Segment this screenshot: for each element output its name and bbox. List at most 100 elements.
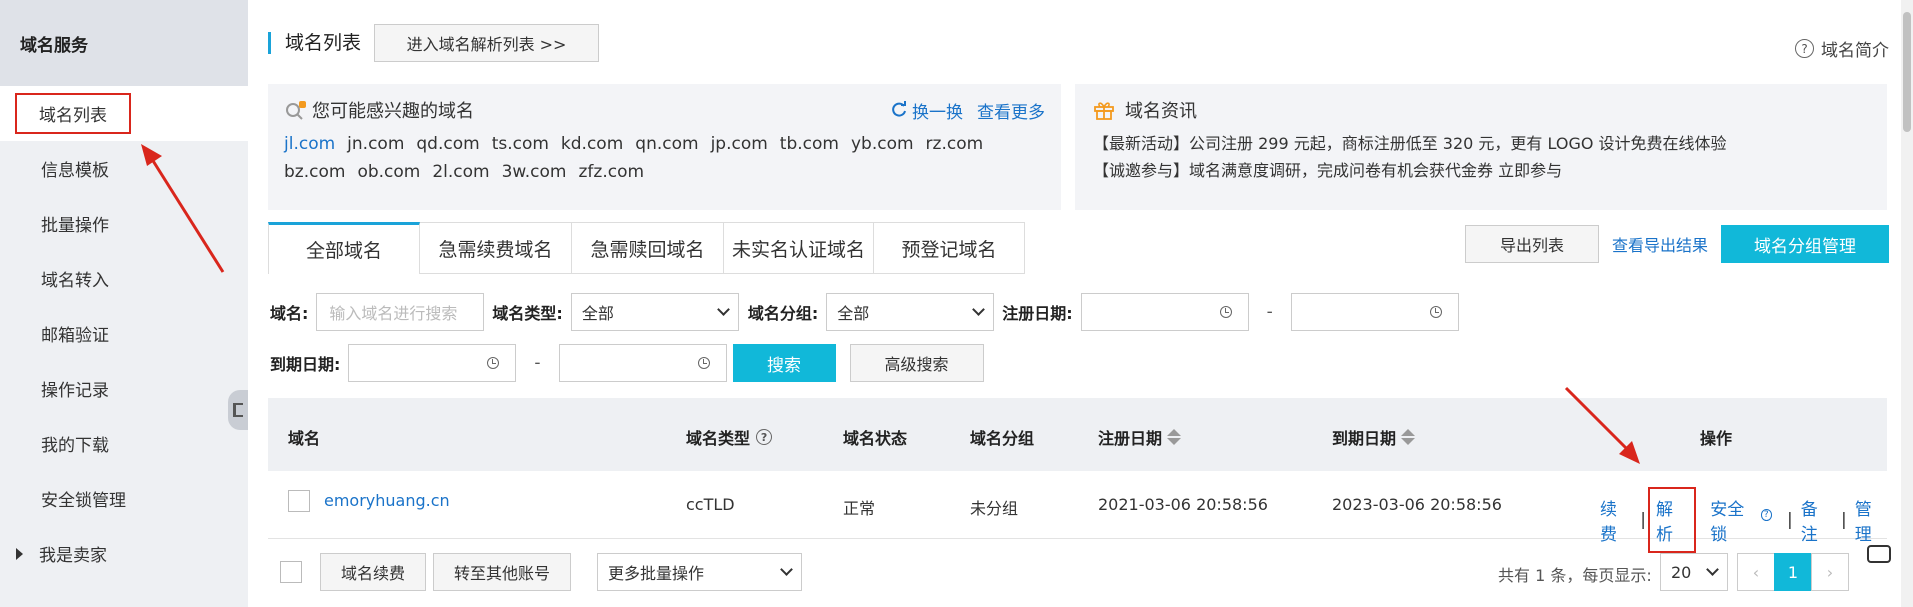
scrollbar[interactable] [1901, 0, 1913, 607]
gift-icon [1094, 102, 1114, 120]
suggested-domain[interactable]: qn.com [635, 132, 698, 156]
suggested-domain[interactable]: rz.com [926, 132, 984, 156]
clock-icon [487, 357, 500, 369]
sidebar-item-domain-list[interactable]: 域名列表 [0, 86, 248, 141]
domain-tabs: 全部域名 急需续费域名 急需赎回域名 未实名认证域名 预登记域名 [268, 222, 1025, 274]
sidebar-item-op-log[interactable]: 操作记录 [0, 361, 248, 416]
suggested-domain[interactable]: jn.com [347, 132, 404, 156]
cell-expire-date: 2023-03-06 20:58:56 [1332, 495, 1502, 514]
transfer-account-button[interactable]: 转至其他账号 [433, 553, 571, 591]
prev-page-button[interactable]: ‹ [1737, 553, 1775, 591]
batch-ops-select[interactable]: 更多批量操作 [597, 553, 802, 591]
news-panel: 域名资讯 【最新活动】公司注册 299 元起，商标注册低至 320 元，更有 L… [1075, 84, 1887, 210]
row-checkbox[interactable] [288, 490, 310, 512]
sidebar-item-label: 域名列表 [15, 93, 131, 134]
search-button[interactable]: 搜索 [732, 344, 836, 382]
tab-all-domains[interactable]: 全部域名 [268, 222, 420, 274]
type-select-value: 全部 [581, 304, 614, 323]
clock-icon [697, 357, 710, 369]
refresh-link[interactable]: 换一换 [890, 98, 963, 123]
suggested-domain[interactable]: ob.com [357, 160, 420, 184]
domain-intro-link[interactable]: ? 域名简介 [1795, 36, 1889, 61]
sidebar-item-email-verify[interactable]: 邮箱验证 [0, 306, 248, 361]
tab-redeem-urgent[interactable]: 急需赎回域名 [572, 222, 724, 274]
expire-date-end-input[interactable] [558, 344, 727, 382]
sidebar-item-info-template[interactable]: 信息模板 [0, 141, 248, 196]
search-icon [286, 101, 306, 120]
scrollbar-thumb[interactable] [1903, 12, 1911, 132]
filter-row-2: 到期日期: - 搜索 高级搜索 [270, 343, 984, 383]
news-item[interactable]: 【最新活动】公司注册 299 元起，商标注册低至 320 元，更有 LOGO 设… [1093, 130, 1869, 157]
tab-unverified[interactable]: 未实名认证域名 [724, 222, 874, 274]
domain-intro-label: 域名简介 [1821, 41, 1889, 61]
remark-link[interactable]: 备注 [1801, 495, 1833, 545]
sort-icon [1401, 429, 1416, 445]
reg-date-end-input[interactable] [1290, 293, 1459, 331]
table-row: emoryhuang.cn ccTLD 正常 未分组 2021-03-06 20… [268, 471, 1887, 553]
security-lock-link[interactable]: 安全锁 [1710, 495, 1758, 545]
renew-link[interactable]: 续费 [1600, 495, 1632, 545]
help-icon[interactable]: ? [1760, 509, 1773, 521]
suggested-domain[interactable]: zfz.com [578, 160, 644, 184]
group-manage-button[interactable]: 域名分组管理 [1721, 225, 1889, 263]
col-reg-date[interactable]: 注册日期 [1098, 425, 1182, 449]
view-export-result-link[interactable]: 查看导出结果 [1612, 232, 1708, 256]
sidebar-item-security-lock[interactable]: 安全锁管理 [0, 471, 248, 526]
domain-link[interactable]: emoryhuang.cn [324, 491, 450, 510]
batch-renew-button[interactable]: 域名续费 [320, 553, 426, 591]
tab-preregistered[interactable]: 预登记域名 [874, 222, 1025, 274]
suggested-domain[interactable]: qd.com [416, 132, 479, 156]
domain-search-input[interactable]: 输入域名进行搜索 [316, 293, 485, 331]
goto-dns-list-button[interactable]: 进入域名解析列表 >> [374, 24, 600, 62]
reg-date-start-input[interactable] [1080, 293, 1249, 331]
page-1-button[interactable]: 1 [1774, 553, 1812, 591]
row-actions: 续费 | 解析 安全锁 ? | 备注 | 管理 [1600, 487, 1887, 553]
col-expire-date[interactable]: 到期日期 [1332, 425, 1416, 449]
total-count-text: 共有 1 条，每页显示: [1498, 566, 1652, 585]
suggested-domain[interactable]: jp.com [711, 132, 768, 156]
help-icon[interactable]: ? [756, 429, 773, 445]
suggested-domain[interactable]: ts.com [492, 132, 549, 156]
sidebar-item-domain-transfer-in[interactable]: 域名转入 [0, 251, 248, 306]
sort-icon [1167, 429, 1182, 445]
suggested-domain[interactable]: jl.com [284, 132, 335, 156]
sidebar-item-downloads[interactable]: 我的下载 [0, 416, 248, 471]
sidebar-item-label: 安全锁管理 [41, 491, 126, 511]
table-footer: 域名续费 转至其他账号 更多批量操作 共有 1 条，每页显示: 20 ‹ 1 › [268, 553, 1887, 597]
filter-row-1: 域名: 输入域名进行搜索 域名类型: 全部 域名分组: 全部 注册日期: - [270, 292, 1459, 332]
col-status: 域名状态 [843, 429, 908, 448]
group-select[interactable]: 全部 [826, 293, 995, 331]
suggest-panel: 您可能感兴趣的域名 换一换 查看更多 jl.com jn.com qd.com … [268, 84, 1061, 210]
sidebar-item-batch-ops[interactable]: 批量操作 [0, 196, 248, 251]
date-range-dash: - [534, 353, 541, 373]
clock-icon [1219, 306, 1232, 318]
suggested-domain[interactable]: tb.com [780, 132, 839, 156]
news-title: 域名资讯 [1125, 101, 1197, 122]
col-group: 域名分组 [970, 429, 1035, 448]
next-page-button[interactable]: › [1811, 553, 1849, 591]
sidebar-collapse-handle[interactable] [228, 390, 248, 430]
reg-date-label: 注册日期: [1002, 304, 1073, 323]
tab-renew-urgent[interactable]: 急需续费域名 [420, 222, 572, 274]
suggested-domain[interactable]: 3w.com [502, 160, 567, 184]
expire-date-label: 到期日期: [270, 355, 341, 374]
dns-resolve-link[interactable]: 解析 [1647, 487, 1697, 553]
suggested-domain[interactable]: yb.com [851, 132, 914, 156]
cell-type: ccTLD [686, 495, 735, 514]
col-type-label: 域名类型 [686, 429, 751, 448]
type-select[interactable]: 全部 [570, 293, 739, 331]
select-all-checkbox[interactable] [280, 561, 302, 583]
suggested-domain[interactable]: kd.com [561, 132, 623, 156]
suggested-domain[interactable]: bz.com [284, 160, 345, 184]
page-size-select[interactable]: 20 [1660, 553, 1728, 591]
type-filter-label: 域名类型: [492, 304, 563, 323]
export-list-button[interactable]: 导出列表 [1464, 225, 1599, 263]
expire-date-start-input[interactable] [348, 344, 517, 382]
news-item[interactable]: 【诚邀参与】域名满意度调研，完成问卷有机会获代金券 立即参与 [1093, 157, 1869, 184]
view-more-link[interactable]: 查看更多 [977, 98, 1045, 123]
advanced-search-button[interactable]: 高级搜索 [849, 344, 984, 382]
sidebar-group-seller[interactable]: 我是卖家 [0, 526, 248, 581]
cell-reg-date: 2021-03-06 20:58:56 [1098, 495, 1268, 514]
suggested-domain[interactable]: 2l.com [432, 160, 489, 184]
chat-icon[interactable] [1859, 534, 1899, 574]
